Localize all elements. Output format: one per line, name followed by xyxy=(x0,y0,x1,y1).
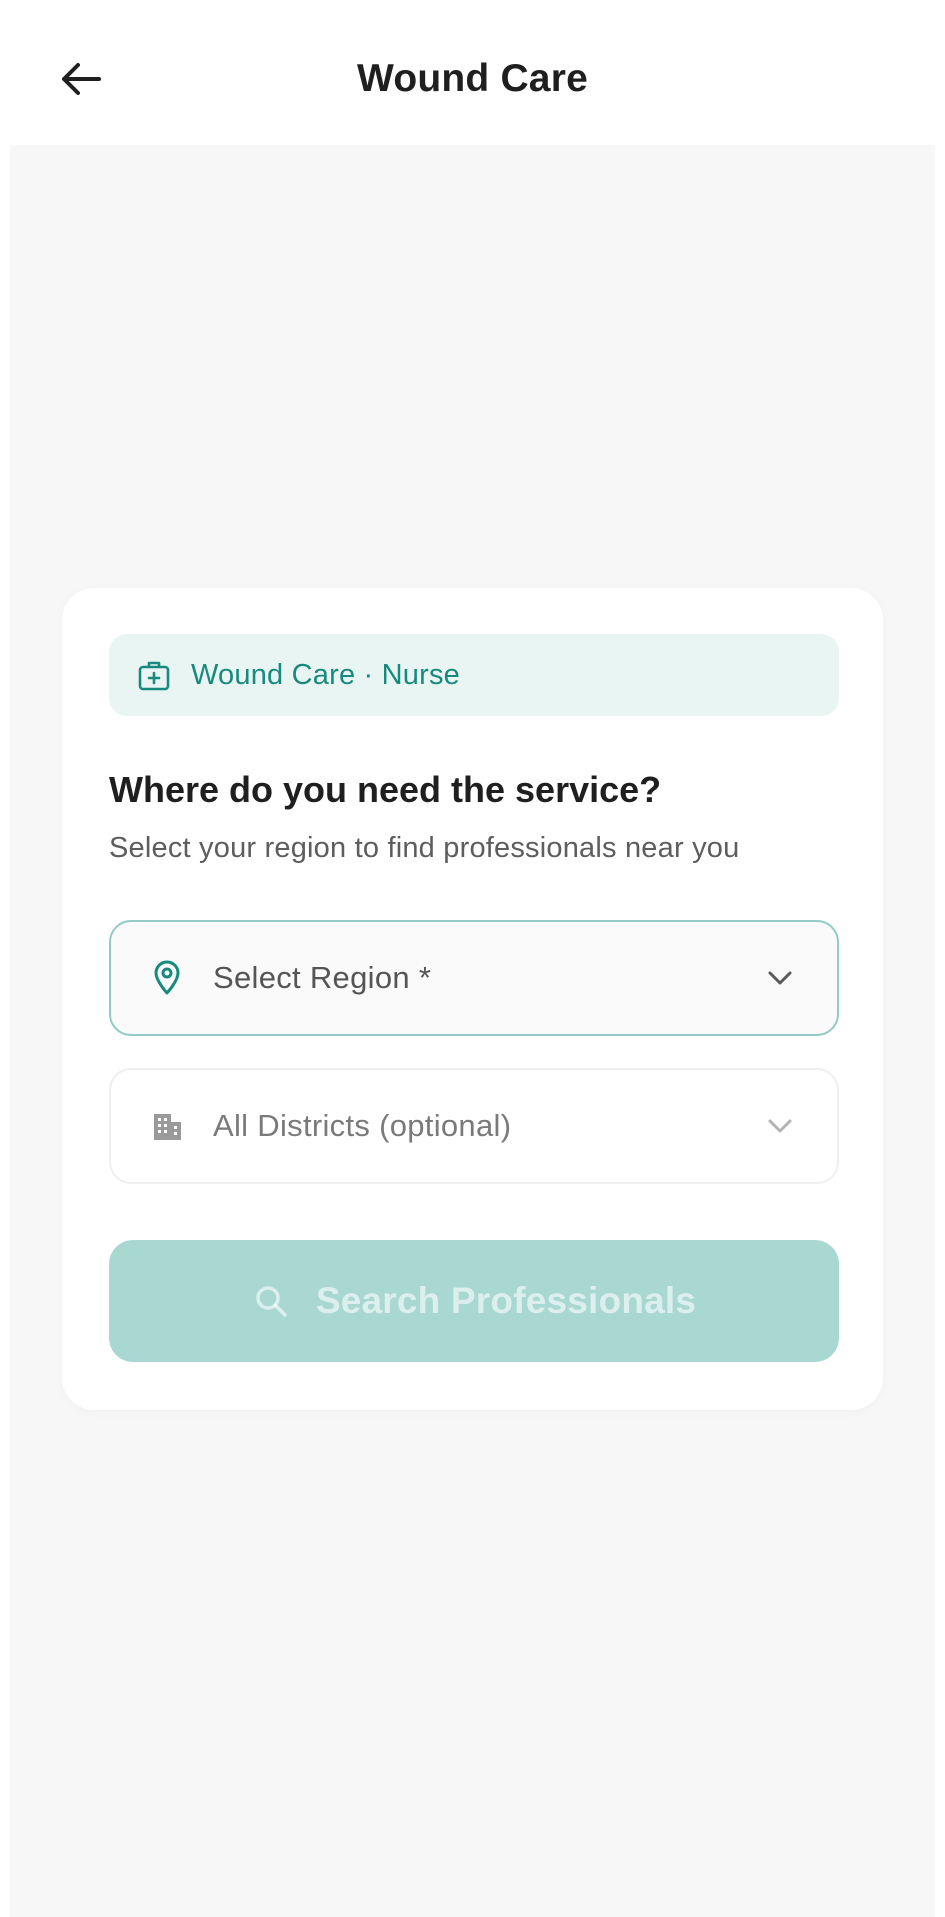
district-select[interactable]: All Districts (optional) xyxy=(109,1068,839,1184)
question-heading: Where do you need the service? xyxy=(109,769,662,810)
search-icon xyxy=(252,1282,290,1320)
location-pin-icon xyxy=(149,960,185,996)
app-bar: Wound Care xyxy=(10,0,935,145)
service-chip-label: Wound Care · Nurse xyxy=(191,658,461,691)
region-select-label: Select Region * xyxy=(213,960,432,995)
search-button-label: Search Professionals xyxy=(315,1280,697,1321)
region-select[interactable]: Select Region * xyxy=(109,920,839,1036)
district-select-label: All Districts (optional) xyxy=(213,1108,512,1143)
location-card: Wound Care · Nurse Where do you need the… xyxy=(62,588,883,1410)
search-professionals-button[interactable]: Search Professionals xyxy=(109,1240,839,1362)
screen: Wound Care Wound Care · Nurse Where do y… xyxy=(10,0,935,1917)
helper-text: Select your region to find professionals… xyxy=(109,832,740,864)
page-title: Wound Care xyxy=(357,57,588,100)
chevron-down-icon xyxy=(765,963,795,993)
medical-bag-icon xyxy=(137,658,171,692)
building-icon xyxy=(149,1108,185,1144)
chevron-down-icon xyxy=(765,1111,795,1141)
service-chip: Wound Care · Nurse xyxy=(109,634,839,716)
